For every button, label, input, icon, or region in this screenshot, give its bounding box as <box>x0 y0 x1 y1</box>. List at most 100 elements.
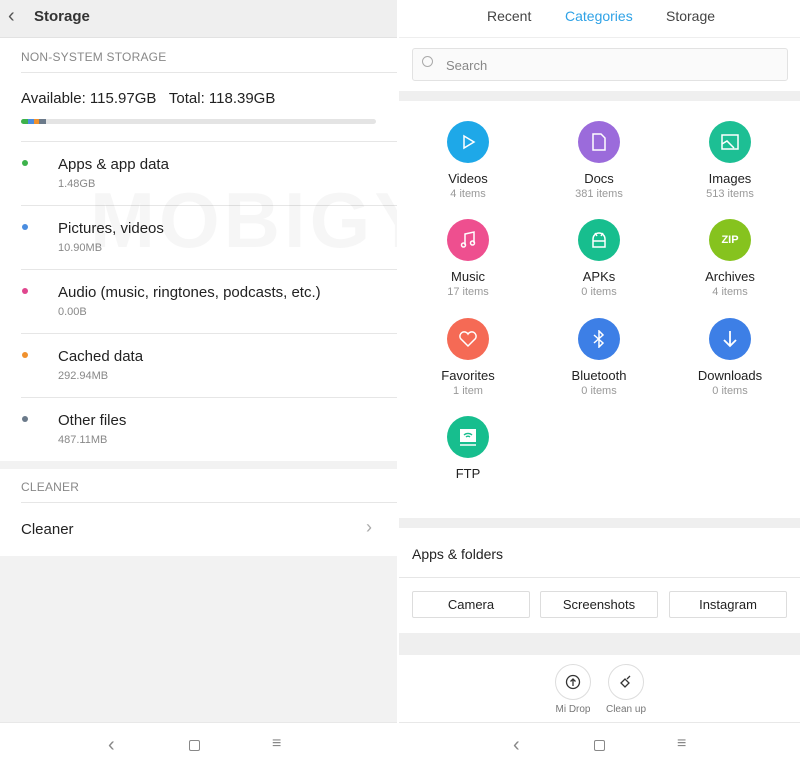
broom-icon <box>608 664 644 700</box>
heart-icon <box>458 330 478 348</box>
storage-item[interactable]: Cached data 292.94MB <box>0 334 397 397</box>
category-ftp[interactable]: FTP <box>403 416 533 483</box>
document-icon <box>591 133 607 151</box>
category-icon <box>709 121 751 163</box>
category-icon <box>447 416 489 458</box>
color-dot-icon <box>22 224 28 230</box>
category-music[interactable]: Music 17 items <box>403 219 533 298</box>
storage-item-size: 0.00B <box>58 306 87 318</box>
color-dot-icon <box>22 160 28 166</box>
bar-apps <box>21 119 28 124</box>
mi-drop-label: Mi Drop <box>555 704 591 715</box>
category-apks[interactable]: APKs 0 items <box>534 219 664 298</box>
tab-recent[interactable]: Recent <box>487 8 531 24</box>
mi-drop-button[interactable] <box>555 664 591 700</box>
color-dot-icon <box>22 416 28 422</box>
tab-storage[interactable]: Storage <box>666 8 715 24</box>
section-header: NON-SYSTEM STORAGE <box>21 50 167 64</box>
category-icon <box>447 318 489 360</box>
storage-screen: ‹ Storage NON-SYSTEM STORAGE Available: … <box>0 0 397 771</box>
category-icon <box>578 121 620 163</box>
category-icon <box>447 121 489 163</box>
category-count: 381 items <box>575 188 623 200</box>
available-text: Available: 115.97GB <box>21 90 157 107</box>
back-icon[interactable]: ‹ <box>8 5 15 28</box>
storage-item-size: 487.11MB <box>58 434 108 446</box>
category-name: Favorites <box>441 368 495 383</box>
category-name: Archives <box>705 269 755 284</box>
category-count: 513 items <box>706 188 754 200</box>
storage-summary: Available: 115.97GB Total: 118.39GB <box>21 90 275 107</box>
divider <box>21 72 397 73</box>
divider <box>399 91 800 101</box>
cleaner-label: Cleaner <box>21 521 74 538</box>
download-icon <box>722 330 738 348</box>
bluetooth-icon <box>592 330 606 348</box>
clean-up-button[interactable] <box>608 664 644 700</box>
category-downloads[interactable]: Downloads 0 items <box>665 318 795 397</box>
upload-icon <box>555 664 591 700</box>
folder-instagram-button[interactable]: Instagram <box>669 591 787 618</box>
category-icon <box>709 318 751 360</box>
nav-menu-icon[interactable]: ≡ <box>272 735 281 753</box>
category-name: Docs <box>584 171 614 186</box>
nav-menu-icon[interactable]: ≡ <box>677 735 686 753</box>
nav-home-icon[interactable] <box>594 740 605 751</box>
category-name: Music <box>451 269 485 284</box>
chevron-right-icon: › <box>366 517 372 537</box>
search-input[interactable]: Search <box>412 48 788 81</box>
storage-item-size: 292.94MB <box>58 370 109 382</box>
page-title: Storage <box>34 8 90 25</box>
category-favorites[interactable]: Favorites 1 item <box>403 318 533 397</box>
storage-item-name: Apps & app data <box>58 156 169 173</box>
nav-back-icon[interactable]: ‹ <box>108 734 115 757</box>
category-name: Images <box>708 171 752 186</box>
apps-folders-title: Apps & folders <box>412 546 504 562</box>
section-header: CLEANER <box>21 480 80 494</box>
watermark: MOBIGYAAN <box>90 175 397 266</box>
color-dot-icon <box>22 352 28 358</box>
category-icon: ZIP <box>709 219 751 261</box>
cleaner-row[interactable]: Cleaner › <box>0 503 397 556</box>
folder-screenshots-button[interactable]: Screenshots <box>540 591 658 618</box>
category-name: Videos <box>448 171 488 186</box>
nav-bar: ‹ ≡ <box>399 722 800 771</box>
category-docs[interactable]: Docs 381 items <box>534 121 664 200</box>
nav-home-icon[interactable] <box>189 740 200 751</box>
cleaner-section: CLEANER Cleaner › <box>0 469 397 556</box>
category-images[interactable]: Images 513 items <box>665 121 795 200</box>
android-icon <box>590 231 608 249</box>
tab-bar: Recent Categories Storage <box>399 0 800 38</box>
total-text: Total: 118.39GB <box>168 90 276 107</box>
category-bluetooth[interactable]: Bluetooth 0 items <box>534 318 664 397</box>
category-count: 17 items <box>447 286 489 298</box>
clean-up-label: Clean up <box>605 704 647 715</box>
search-placeholder: Search <box>446 58 488 73</box>
header: ‹ Storage <box>0 0 397 38</box>
category-count: 4 items <box>450 188 486 200</box>
nav-back-icon[interactable]: ‹ <box>513 734 520 757</box>
file-manager-screen: Recent Categories Storage Search Videos … <box>399 0 800 771</box>
category-videos[interactable]: Videos 4 items <box>403 121 533 200</box>
play-icon <box>459 133 477 151</box>
storage-item[interactable]: Audio (music, ringtones, podcasts, etc.)… <box>0 270 397 333</box>
music-icon <box>460 231 476 249</box>
category-icon <box>447 219 489 261</box>
category-icon <box>578 219 620 261</box>
category-name: APKs <box>582 269 616 284</box>
category-archives[interactable]: ZIP Archives 4 items <box>665 219 795 298</box>
nav-bar: ‹ ≡ <box>0 722 397 771</box>
ftp-icon <box>458 428 478 446</box>
category-name: Downloads <box>697 368 763 383</box>
storage-item[interactable]: Other files 487.11MB <box>0 398 397 461</box>
search-icon <box>422 56 433 67</box>
category-count: 0 items <box>581 286 617 298</box>
image-icon <box>721 134 739 150</box>
tab-categories[interactable]: Categories <box>565 8 633 24</box>
divider <box>399 518 800 528</box>
category-count: 0 items <box>581 385 617 397</box>
storage-item-name: Audio (music, ringtones, podcasts, etc.) <box>58 284 321 301</box>
category-name: Bluetooth <box>571 368 627 383</box>
folder-camera-button[interactable]: Camera <box>412 591 530 618</box>
divider <box>399 577 800 578</box>
